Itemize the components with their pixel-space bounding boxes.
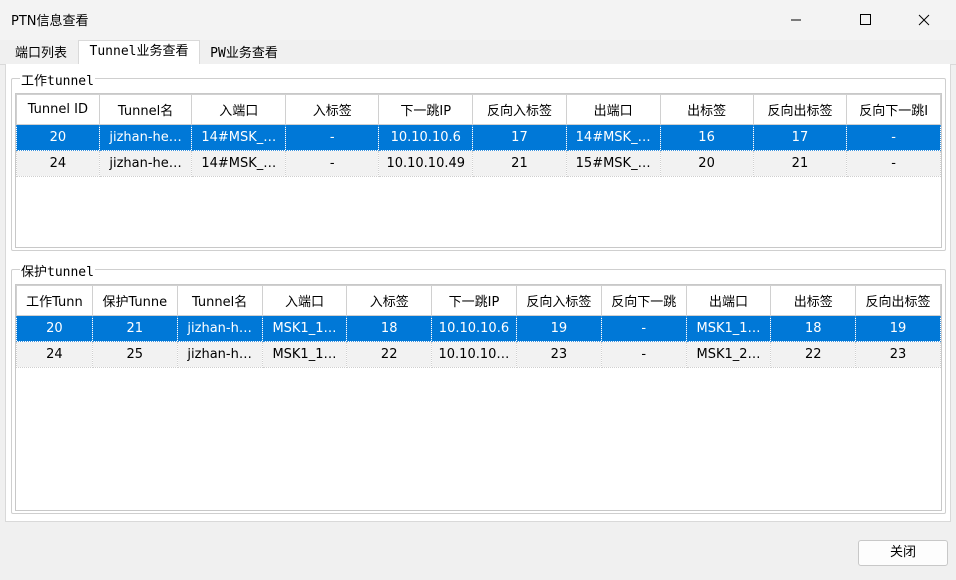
minimize-icon [791,19,801,21]
column-header[interactable]: Tunnel名 [176,285,263,316]
table-cell: 14#MSK_… [565,124,661,151]
table-cell: MSK1_1… [685,315,772,342]
maximize-button[interactable] [843,0,889,40]
minimize-button[interactable] [773,0,819,40]
protect-tunnel-table[interactable]: 工作Tunn 保护Tunne Tunnel名 入端口 入标签 下一跳IP 反向入标签 反向下一… [15,284,942,511]
protect-tunnel-group: 保护tunnel 工作Tunn 保护Tunne Tunnel名 入端口 入标签 下一跳IP… [11,261,946,514]
window-title: PTN信息查看 [11,14,89,29]
table-cell: 10.10.10… [431,341,517,368]
column-header[interactable]: 下一跳IP [378,94,474,125]
table-cell: jizhan-h… [176,341,263,368]
table-cell: - [285,124,380,151]
table-cell: 24 [16,341,93,368]
table-cell: 17 [752,124,848,151]
table-cell: - [285,150,380,177]
table-cell: 21 [472,150,567,177]
tab-panel: 工作tunnel Tunnel ID Tunnel名 入端口 入标签 下一跳IP 反向入标… [5,64,951,522]
table-cell: 20 [659,150,754,177]
table-cell: 25 [91,341,178,368]
table-cell: 23 [515,341,602,368]
table-cell: 14#MSK_… [191,150,287,177]
table-cell: 18 [770,315,857,342]
column-header[interactable]: 工作Tunn [16,285,93,316]
table-cell: jizhan-he… [98,124,193,151]
column-header[interactable]: 出标签 [659,94,754,125]
table-row[interactable]: 24 jizhan-he… 14#MSK_… -10.10.10.49 21 15#MSK… [16,150,941,177]
tab-strip: 端口列表 Tunnel业务查看 PW业务查看 [0,40,956,66]
table-cell: - [846,124,941,151]
table-cell: 15#MSK_… [565,150,661,177]
table-cell: MSK1_1… [261,315,348,342]
tab-port-list[interactable]: 端口列表 [8,43,74,64]
work-tunnel-header-row: Tunnel ID Tunnel名 入端口 入标签 下一跳IP 反向入标签 出端口 出标签 反向… [16,94,941,125]
table-cell: 10.10.10.49 [378,150,474,177]
table-cell: 21 [752,150,848,177]
work-tunnel-title: 工作tunnel [20,70,95,89]
table-cell: 19 [515,315,602,342]
close-button[interactable]: 关闭 [858,540,948,566]
work-tunnel-group: 工作tunnel Tunnel ID Tunnel名 入端口 入标签 下一跳IP 反向入标… [11,70,946,251]
table-cell: 20 [16,124,100,151]
table-cell: - [600,341,687,368]
table-cell: 17 [472,124,567,151]
column-header[interactable]: 入标签 [346,285,432,316]
table-cell: 10.10.10.6 [378,124,474,151]
table-cell: 16 [659,124,754,151]
table-row[interactable]: 24 25 jizhan-h… MSK1_1… 22 10.10.10… 23- MSK1_2… [16,341,941,368]
column-header[interactable]: 保护Tunne [91,285,178,316]
column-header[interactable]: 出标签 [770,285,857,316]
table-cell: - [846,150,941,177]
title-bar: PTN信息查看 [0,0,956,40]
table-cell: jizhan-he… [98,150,193,177]
work-tunnel-table[interactable]: Tunnel ID Tunnel名 入端口 入标签 下一跳IP 反向入标签 出端口 出标签 反向… [15,93,942,248]
table-cell: 14#MSK_… [191,124,287,151]
table-row[interactable]: 20 jizhan-he… 14#MSK_… -10.10.10.6 17 14#MSK_… [16,124,941,151]
column-header[interactable]: 入标签 [285,94,380,125]
table-cell: jizhan-h… [176,315,263,342]
column-header[interactable]: 反向下一跳 [600,285,687,316]
table-cell: 20 [16,315,93,342]
table-cell: 19 [855,315,941,342]
table-cell: MSK1_1… [261,341,348,368]
table-cell: 23 [855,341,941,368]
table-cell: 18 [346,315,432,342]
maximize-icon [860,14,871,25]
column-header[interactable]: 入端口 [191,94,287,125]
column-header[interactable]: Tunnel名 [98,94,193,125]
protect-tunnel-title: 保护tunnel [20,261,95,280]
column-header[interactable]: 反向出标签 [752,94,848,125]
tab-tunnel-service[interactable]: Tunnel业务查看 [78,40,200,66]
table-cell: 22 [770,341,857,368]
table-cell: MSK1_2… [685,341,772,368]
column-header[interactable]: 出端口 [685,285,772,316]
close-icon [918,14,930,26]
column-header[interactable]: 出端口 [565,94,661,125]
table-cell: - [600,315,687,342]
column-header[interactable]: 反向入标签 [515,285,602,316]
table-cell: 24 [16,150,100,177]
table-cell: 21 [91,315,178,342]
table-cell: 10.10.10.6 [431,315,517,342]
column-header[interactable]: 入端口 [261,285,348,316]
close-window-button[interactable] [901,0,947,40]
column-header[interactable]: 反向下一跳I [846,94,941,125]
column-header[interactable]: Tunnel ID [16,94,100,125]
table-row[interactable]: 20 21 jizhan-h… MSK1_1… 18 10.10.10.6 19- MSK1_… [16,315,941,342]
column-header[interactable]: 下一跳IP [431,285,517,316]
table-cell: 22 [346,341,432,368]
tab-pw-service[interactable]: PW业务查看 [202,43,286,64]
column-header[interactable]: 反向出标签 [855,285,941,316]
protect-tunnel-header-row: 工作Tunn 保护Tunne Tunnel名 入端口 入标签 下一跳IP 反向入标签 反向下一… [16,285,941,316]
column-header[interactable]: 反向入标签 [472,94,567,125]
